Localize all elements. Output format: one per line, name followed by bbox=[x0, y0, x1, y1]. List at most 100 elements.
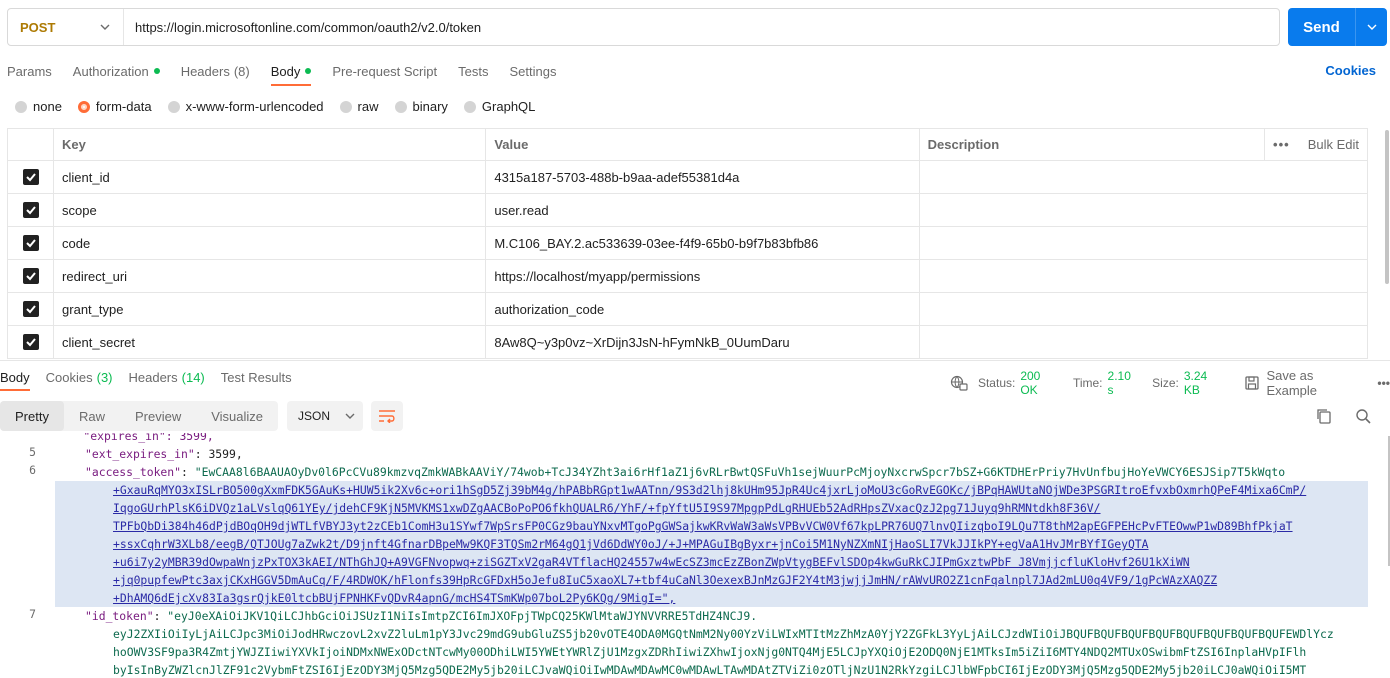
response-divider[interactable] bbox=[0, 360, 1390, 361]
send-options-button[interactable] bbox=[1356, 21, 1387, 33]
wrap-lines-button[interactable] bbox=[371, 401, 404, 431]
radio-graphql[interactable]: GraphQL bbox=[463, 99, 536, 114]
language-label: JSON bbox=[298, 409, 331, 423]
value-cell[interactable]: https://localhost/myapp/permissions bbox=[485, 259, 920, 293]
method-label: POST bbox=[20, 19, 56, 35]
row-checkbox[interactable] bbox=[22, 268, 39, 285]
key-cell[interactable]: redirect_uri bbox=[53, 259, 487, 293]
json-value: "eyJ0eXAiOiJKV1QiLCJhbGciOiJSUzI1NiIsImt… bbox=[167, 609, 758, 623]
bulk-edit-button[interactable]: Bulk Edit bbox=[1308, 137, 1359, 152]
format-preview[interactable]: Preview bbox=[120, 401, 196, 431]
row-checkbox[interactable] bbox=[22, 301, 39, 318]
save-as-example-label: Save as Example bbox=[1266, 368, 1318, 398]
key-cell[interactable]: grant_type bbox=[53, 292, 487, 326]
tab-tests[interactable]: Tests bbox=[458, 58, 488, 84]
code-line: +DhAMQ6dEjcXv83Ia3gsrQjkE0ltcbBUjFPNHKFv… bbox=[55, 589, 1368, 607]
row-checkbox[interactable] bbox=[22, 202, 39, 219]
method-select[interactable]: POST bbox=[8, 9, 124, 45]
radio-form-data[interactable]: form-data bbox=[77, 99, 152, 114]
tab-body[interactable]: Body bbox=[270, 58, 312, 86]
row-checkbox[interactable] bbox=[22, 169, 39, 186]
code-line: "access_token": "EwCAA8l6BAAUAOyDv0l6PcC… bbox=[85, 465, 1286, 479]
tab-label: Settings bbox=[509, 63, 557, 79]
json-key: "ext_expires_in" bbox=[85, 447, 195, 461]
tab-response-cookies[interactable]: Cookies (3) bbox=[46, 366, 113, 388]
search-icon[interactable] bbox=[1355, 408, 1371, 424]
url-input[interactable]: https://login.microsoftonline.com/common… bbox=[124, 20, 481, 35]
radio-raw[interactable]: raw bbox=[339, 99, 379, 114]
description-cell[interactable] bbox=[918, 292, 1369, 326]
radio-label: raw bbox=[357, 99, 379, 114]
description-cell[interactable] bbox=[918, 226, 1369, 260]
format-visualize[interactable]: Visualize bbox=[196, 401, 278, 431]
json-value: IqgoGUrhPlsK6iDVQz1aLVslqQ61YEy/jdehCF9K… bbox=[113, 501, 1101, 515]
tab-params[interactable]: Params bbox=[7, 58, 52, 84]
radio-x-www-form-urlencoded[interactable]: x-www-form-urlencoded bbox=[167, 99, 324, 114]
tab-settings[interactable]: Settings bbox=[509, 58, 556, 84]
description-cell[interactable] bbox=[918, 325, 1369, 359]
table-row: client_id 4315a187-5703-488b-b9aa-adef55… bbox=[6, 160, 1369, 194]
request-url-bar: POST https://login.microsoftonline.com/c… bbox=[7, 8, 1280, 46]
radio-binary[interactable]: binary bbox=[394, 99, 448, 114]
radio-circle bbox=[463, 100, 476, 113]
table-scrollbar[interactable] bbox=[1385, 130, 1389, 284]
json-value: +jq0pupfewPtc3axjCKxHGGV5DmAuCq/F/4RDWOK… bbox=[113, 573, 1218, 587]
status-value[interactable]: 200 OK bbox=[1020, 369, 1061, 397]
copy-icon[interactable] bbox=[1316, 408, 1332, 424]
network-globe-icon[interactable] bbox=[950, 375, 968, 391]
more-options-icon[interactable]: ••• bbox=[1273, 137, 1290, 152]
tab-label: Params bbox=[7, 63, 52, 79]
value-cell[interactable]: 8Aw8Q~y3p0vz~XrDijn3JsN-hFymNkB_0UumDaru bbox=[485, 325, 920, 359]
tab-authorization[interactable]: Authorization bbox=[73, 58, 160, 84]
size-label: Size: bbox=[1152, 376, 1179, 390]
key-cell[interactable]: client_secret bbox=[53, 325, 487, 359]
row-checkbox-cell bbox=[6, 259, 55, 293]
size-value[interactable]: 3.24 KB bbox=[1184, 369, 1227, 397]
description-cell[interactable] bbox=[918, 193, 1369, 227]
description-cell[interactable] bbox=[918, 259, 1369, 293]
tab-test-results[interactable]: Test Results bbox=[221, 366, 292, 388]
row-checkbox-cell bbox=[6, 226, 55, 260]
response-code-viewer[interactable]: "expires_in": 3599, 5 "ext_expires_in": … bbox=[0, 433, 1390, 678]
description-cell[interactable] bbox=[918, 160, 1369, 194]
json-key: "access_token" bbox=[85, 465, 182, 479]
code-line: +jq0pupfewPtc3axjCKxHGGV5DmAuCq/F/4RDWOK… bbox=[55, 571, 1368, 589]
send-button[interactable]: Send bbox=[1288, 19, 1355, 36]
key-cell[interactable]: code bbox=[53, 226, 487, 260]
code-line: +GxauRqMYO3xISLrBO500gXxmFDK5GAuKs+HUW5i… bbox=[55, 481, 1368, 499]
code-line: +ssxCqhrW3XLb8/eegB/QTJOUg7aZwk2t/D9jnft… bbox=[55, 535, 1368, 553]
more-options-icon[interactable]: ••• bbox=[1377, 376, 1390, 390]
code-line: "ext_expires_in": 3599, bbox=[85, 447, 243, 461]
radio-label: binary bbox=[412, 99, 448, 114]
send-button-group: Send bbox=[1288, 8, 1387, 46]
value-cell[interactable]: user.read bbox=[485, 193, 920, 227]
row-checkbox-cell bbox=[6, 292, 55, 326]
line-number: 6 bbox=[29, 463, 36, 477]
radio-none[interactable]: none bbox=[15, 99, 62, 114]
tab-response-headers[interactable]: Headers (14) bbox=[129, 366, 205, 388]
row-checkbox[interactable] bbox=[22, 235, 39, 252]
bulk-edit-group: ••• Bulk Edit bbox=[1273, 137, 1359, 152]
value-cell[interactable]: M.C106_BAY.2.ac533639-03ee-f4f9-65b0-b9f… bbox=[485, 226, 920, 260]
format-pretty[interactable]: Pretty bbox=[0, 401, 64, 431]
save-as-example-button[interactable]: Save as Example bbox=[1244, 368, 1367, 398]
cookies-link[interactable]: Cookies bbox=[1325, 63, 1376, 78]
language-select[interactable]: JSON bbox=[287, 401, 364, 431]
format-raw[interactable]: Raw bbox=[64, 401, 120, 431]
tab-pre-request-script[interactable]: Pre-request Script bbox=[332, 58, 437, 84]
json-key: "id_token" bbox=[85, 609, 154, 623]
request-tabs: Params Authorization Headers (8) Body Pre… bbox=[7, 58, 577, 86]
key-cell[interactable]: scope bbox=[53, 193, 487, 227]
checkmark-icon bbox=[25, 239, 36, 248]
code-line: eyJ2ZXIiOiIyLjAiLCJpc3MiOiJodHRwczovL2xv… bbox=[113, 625, 1390, 643]
value-cell[interactable]: 4315a187-5703-488b-b9aa-adef55381d4a bbox=[485, 160, 920, 194]
value-cell[interactable]: authorization_code bbox=[485, 292, 920, 326]
tab-headers[interactable]: Headers (8) bbox=[181, 58, 250, 84]
time-value[interactable]: 2.10 s bbox=[1108, 369, 1141, 397]
tab-response-body[interactable]: Body bbox=[0, 366, 30, 391]
key-cell[interactable]: client_id bbox=[53, 160, 487, 194]
radio-label: GraphQL bbox=[481, 99, 536, 114]
body-type-radios: none form-data x-www-form-urlencoded raw… bbox=[15, 99, 551, 114]
row-checkbox[interactable] bbox=[22, 334, 39, 351]
chevron-down-icon bbox=[345, 413, 355, 419]
